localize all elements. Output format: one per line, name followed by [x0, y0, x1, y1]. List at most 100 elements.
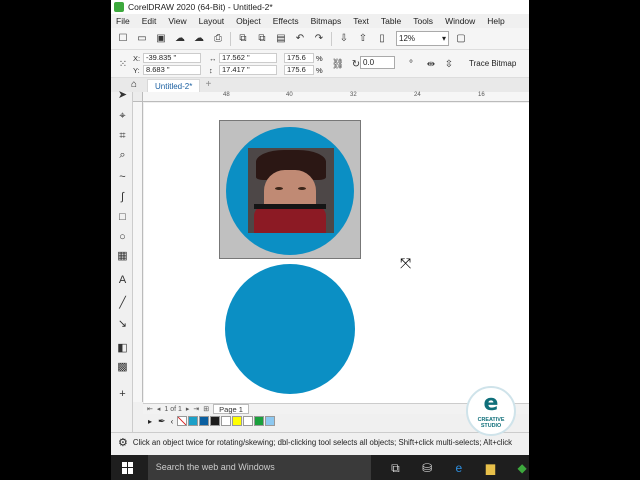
freehand-tool-icon[interactable]: ~: [116, 171, 129, 184]
ellipse-tool-icon[interactable]: ○: [116, 231, 129, 244]
horizontal-ruler[interactable]: 48 40 32 24 16: [143, 92, 529, 102]
height-value[interactable]: 17.417 ": [219, 65, 277, 75]
menu-effects[interactable]: Effects: [267, 16, 305, 26]
taskbar-search-box[interactable]: Search the web and Windows: [147, 455, 371, 480]
next-page-icon[interactable]: ▸: [186, 405, 190, 413]
right-eye: [298, 187, 306, 190]
scale-width-field[interactable]: 175.6 %: [284, 53, 323, 63]
zoom-tool-icon[interactable]: ⌕: [116, 149, 129, 162]
redo-icon[interactable]: ↷: [312, 32, 326, 46]
width-value[interactable]: 17.562 ": [219, 53, 277, 63]
undo-icon[interactable]: ↶: [293, 32, 307, 46]
connector-tool-icon[interactable]: ↘: [116, 318, 129, 331]
line-tool-icon[interactable]: ╱: [116, 297, 129, 310]
open-folder-icon[interactable]: ▭: [135, 32, 149, 46]
store-icon[interactable]: ⛁: [420, 461, 434, 475]
new-document-icon[interactable]: ☐: [116, 32, 130, 46]
color-swatch[interactable]: [232, 416, 243, 426]
vertical-ruler[interactable]: [133, 102, 143, 402]
color-swatch[interactable]: [221, 416, 232, 426]
menu-bitmaps[interactable]: Bitmaps: [305, 16, 348, 26]
no-fill-swatch[interactable]: [177, 416, 188, 426]
y-position-field[interactable]: Y: 8.683 ": [133, 65, 201, 75]
palette-left-icon[interactable]: ‹: [171, 417, 174, 426]
color-swatch[interactable]: [199, 416, 210, 426]
full-screen-icon[interactable]: ▢: [454, 32, 468, 46]
color-swatch[interactable]: [188, 416, 199, 426]
menu-text[interactable]: Text: [347, 16, 375, 26]
copy-icon[interactable]: ⧉: [255, 32, 269, 46]
cloud-upload-icon[interactable]: ☁: [173, 32, 187, 46]
gear-icon[interactable]: ⚙: [118, 436, 128, 449]
scale-width-value[interactable]: 175.6: [284, 53, 314, 63]
color-swatch[interactable]: [210, 416, 221, 426]
grid-tool-icon[interactable]: ▦: [116, 250, 129, 263]
import-icon[interactable]: ⇩: [337, 32, 351, 46]
menu-edit[interactable]: Edit: [136, 16, 163, 26]
object-origin-icon[interactable]: ⁙: [116, 57, 130, 71]
task-view-icon[interactable]: ⧉: [389, 461, 403, 475]
add-tool-icon[interactable]: +: [116, 388, 129, 401]
save-icon[interactable]: ▣: [154, 32, 168, 46]
height-field[interactable]: ↕ 17.417 ": [209, 65, 277, 75]
home-icon[interactable]: ⌂: [131, 79, 143, 91]
coreldraw-taskbar-icon[interactable]: ◆: [515, 461, 529, 475]
menu-view[interactable]: View: [162, 16, 192, 26]
pick-tool-icon[interactable]: ➤: [116, 89, 129, 102]
add-tab-icon[interactable]: +: [202, 79, 214, 91]
menu-table[interactable]: Table: [375, 16, 407, 26]
menu-file[interactable]: File: [111, 16, 136, 26]
last-page-icon[interactable]: ⇥: [193, 405, 199, 413]
menu-object[interactable]: Object: [230, 16, 267, 26]
menu-layout[interactable]: Layout: [193, 16, 231, 26]
x-position-field[interactable]: X: -39.835 ": [133, 53, 201, 63]
cut-icon[interactable]: ⧉: [236, 32, 250, 46]
drawing-canvas[interactable]: ⤧: [144, 103, 529, 403]
prev-page-icon[interactable]: ◂: [157, 405, 161, 413]
move-cursor-icon: ⤧: [400, 255, 412, 271]
mirror-vertical-icon[interactable]: ⇳: [442, 57, 456, 71]
first-page-icon[interactable]: ⇤: [147, 405, 153, 413]
tab-untitled-2[interactable]: Untitled-2*: [147, 78, 201, 92]
cloud-download-icon[interactable]: ☁: [192, 32, 206, 46]
left-eye: [275, 187, 283, 190]
mirror-horizontal-icon[interactable]: ⇹: [424, 57, 438, 71]
selected-bitmap[interactable]: [219, 120, 361, 259]
menu-tools[interactable]: Tools: [407, 16, 439, 26]
shadow-tool-icon[interactable]: ◧: [116, 342, 129, 355]
ruler-tick-label: 16: [478, 92, 485, 98]
color-swatch[interactable]: [254, 416, 265, 426]
file-explorer-icon[interactable]: ▆: [484, 461, 498, 475]
menu-window[interactable]: Window: [439, 16, 481, 26]
crop-tool-icon[interactable]: ⌗: [116, 130, 129, 143]
color-swatch[interactable]: [265, 416, 276, 426]
eyedropper-icon[interactable]: ✒: [158, 416, 166, 427]
menu-help[interactable]: Help: [481, 16, 510, 26]
edge-browser-icon[interactable]: e: [452, 461, 466, 475]
shape-tool-icon[interactable]: ⌖: [116, 110, 129, 123]
text-tool-icon[interactable]: A: [116, 274, 129, 287]
blue-circle-shape[interactable]: [225, 264, 355, 394]
pen-tool-icon[interactable]: ∫: [116, 191, 129, 204]
color-swatch[interactable]: [243, 416, 254, 426]
scale-height-field[interactable]: 175.6 %: [284, 65, 323, 75]
width-field[interactable]: ↔ 17.562 ": [209, 53, 277, 63]
export-icon[interactable]: ⇧: [356, 32, 370, 46]
transparency-tool-icon[interactable]: ▩: [116, 361, 129, 374]
zoom-level-select[interactable]: 12% ▾: [396, 31, 449, 46]
rotation-angle-field[interactable]: 0.0: [360, 56, 395, 69]
export-pdf-icon[interactable]: ▯: [375, 32, 389, 46]
degree-icon: °: [409, 58, 413, 70]
page-1-tab[interactable]: Page 1: [213, 404, 249, 414]
y-value[interactable]: 8.683 ": [143, 65, 201, 75]
trace-bitmap-button[interactable]: Trace Bitmap: [469, 59, 516, 68]
scale-height-value[interactable]: 175.6: [284, 65, 314, 75]
paste-icon[interactable]: ▤: [274, 32, 288, 46]
rectangle-tool-icon[interactable]: □: [116, 211, 129, 224]
lock-ratio-icon[interactable]: ⛓: [331, 57, 345, 71]
add-page-icon[interactable]: ⊞: [203, 405, 209, 413]
windows-start-icon[interactable]: [122, 461, 134, 474]
palette-scroll-icon[interactable]: ▸: [148, 417, 152, 426]
x-value[interactable]: -39.835 ": [143, 53, 201, 63]
print-icon[interactable]: ⎙: [211, 32, 225, 46]
